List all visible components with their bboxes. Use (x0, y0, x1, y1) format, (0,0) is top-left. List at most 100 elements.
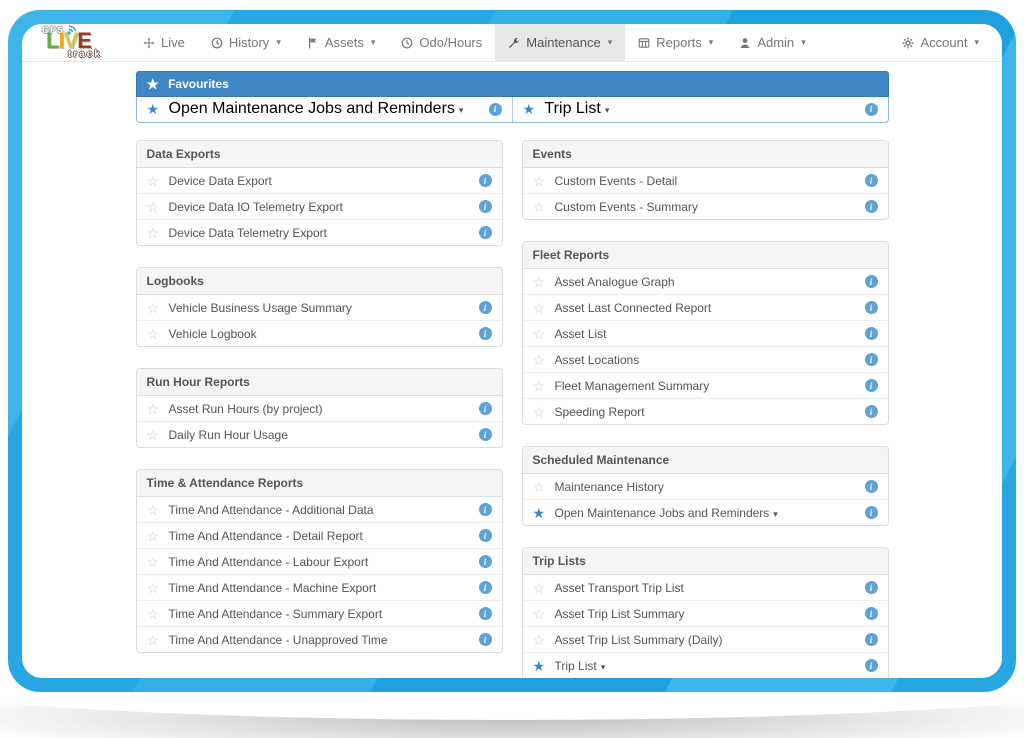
report-link[interactable]: Asset Analogue Graph (555, 275, 865, 289)
star-outline-icon[interactable]: ☆ (147, 428, 169, 442)
report-link[interactable]: Maintenance History (555, 480, 865, 494)
star-outline-icon[interactable]: ☆ (533, 174, 555, 188)
report-row[interactable]: ☆Asset Trip List Summaryi (523, 600, 888, 626)
star-filled-icon[interactable]: ★ (147, 102, 169, 116)
star-outline-icon[interactable]: ☆ (147, 581, 169, 595)
star-outline-icon[interactable]: ☆ (533, 275, 555, 289)
report-row[interactable]: ☆Daily Run Hour Usagei (137, 421, 502, 447)
info-icon[interactable]: i (479, 581, 492, 594)
report-row[interactable]: ☆Time And Attendance - Detail Reporti (137, 522, 502, 548)
report-link[interactable]: Asset Run Hours (by project) (169, 402, 479, 416)
info-icon[interactable]: i (479, 607, 492, 620)
star-outline-icon[interactable]: ☆ (533, 200, 555, 214)
nav-item-admin[interactable]: Admin ▾ (726, 24, 818, 61)
info-icon[interactable]: i (865, 633, 878, 646)
report-row[interactable]: ☆Custom Events - Detaili (523, 168, 888, 193)
star-outline-icon[interactable]: ☆ (147, 226, 169, 240)
report-row[interactable]: ☆Device Data Telemetry Exporti (137, 219, 502, 245)
report-link[interactable]: Device Data IO Telemetry Export (169, 200, 479, 214)
report-row[interactable]: ☆Time And Attendance - Unapproved Timei (137, 626, 502, 652)
star-filled-icon[interactable]: ★ (533, 506, 555, 520)
star-outline-icon[interactable]: ☆ (533, 480, 555, 494)
report-row[interactable]: ☆Asset Locationsi (523, 346, 888, 372)
star-outline-icon[interactable]: ☆ (533, 301, 555, 315)
report-row[interactable]: ☆Fleet Management Summaryi (523, 372, 888, 398)
report-link[interactable]: Asset Locations (555, 353, 865, 367)
info-icon[interactable]: i (479, 503, 492, 516)
star-outline-icon[interactable]: ☆ (533, 379, 555, 393)
report-link[interactable]: Device Data Export (169, 174, 479, 188)
report-link[interactable]: Time And Attendance - Labour Export (169, 555, 479, 569)
info-icon[interactable]: i (479, 555, 492, 568)
report-link[interactable]: Daily Run Hour Usage (169, 428, 479, 442)
info-icon[interactable]: i (865, 275, 878, 288)
report-link[interactable]: Vehicle Logbook (169, 327, 479, 341)
report-row[interactable]: ☆Asset Trip List Summary (Daily)i (523, 626, 888, 652)
info-icon[interactable]: i (865, 301, 878, 314)
report-row[interactable]: ☆Asset Last Connected Reporti (523, 294, 888, 320)
report-link[interactable]: Vehicle Business Usage Summary (169, 301, 479, 315)
report-row[interactable]: ☆Asset Transport Trip Listi (523, 575, 888, 600)
report-link[interactable]: Custom Events - Detail (555, 174, 865, 188)
report-row[interactable]: ☆Device Data IO Telemetry Exporti (137, 193, 502, 219)
info-icon[interactable]: i (865, 659, 878, 672)
report-row[interactable]: ☆Device Data Exporti (137, 168, 502, 193)
info-icon[interactable]: i (479, 174, 492, 187)
star-outline-icon[interactable]: ☆ (147, 633, 169, 647)
report-row[interactable]: ★Open Maintenance Jobs and Reminders▾i (523, 499, 888, 525)
nav-item-maintenance[interactable]: Maintenance ▾ (495, 24, 625, 61)
report-link[interactable]: Speeding Report (555, 405, 865, 419)
star-outline-icon[interactable]: ☆ (533, 327, 555, 341)
report-row[interactable]: ☆Asset Listi (523, 320, 888, 346)
star-outline-icon[interactable]: ☆ (147, 200, 169, 214)
star-outline-icon[interactable]: ☆ (533, 607, 555, 621)
star-filled-icon[interactable]: ★ (533, 659, 555, 673)
info-icon[interactable]: i (865, 353, 878, 366)
star-outline-icon[interactable]: ☆ (147, 402, 169, 416)
report-row[interactable]: ☆Vehicle Business Usage Summaryi (137, 295, 502, 320)
favourite-item[interactable]: ★ Trip List▾ i (512, 96, 888, 122)
report-row[interactable]: ☆Time And Attendance - Machine Exporti (137, 574, 502, 600)
star-outline-icon[interactable]: ☆ (533, 353, 555, 367)
info-icon[interactable]: i (479, 200, 492, 213)
star-outline-icon[interactable]: ☆ (147, 174, 169, 188)
report-link[interactable]: Trip List▾ (555, 659, 865, 673)
report-row[interactable]: ★Trip List▾i (523, 652, 888, 678)
nav-item-history[interactable]: History ▾ (198, 24, 294, 61)
star-outline-icon[interactable]: ☆ (533, 405, 555, 419)
star-outline-icon[interactable]: ☆ (147, 555, 169, 569)
info-icon[interactable]: i (479, 226, 492, 239)
report-link[interactable]: Time And Attendance - Machine Export (169, 581, 479, 595)
star-outline-icon[interactable]: ☆ (147, 607, 169, 621)
info-icon[interactable]: i (865, 506, 878, 519)
report-link[interactable]: Asset Trip List Summary (Daily) (555, 633, 865, 647)
report-row[interactable]: ☆Vehicle Logbooki (137, 320, 502, 346)
report-link[interactable]: Trip List▾ (545, 100, 865, 118)
info-icon[interactable]: i (479, 402, 492, 415)
star-filled-icon[interactable]: ★ (523, 102, 545, 116)
info-icon[interactable]: i (865, 607, 878, 620)
report-row[interactable]: ☆Speeding Reporti (523, 398, 888, 424)
info-icon[interactable]: i (865, 103, 878, 116)
report-link[interactable]: Asset Last Connected Report (555, 301, 865, 315)
info-icon[interactable]: i (489, 103, 502, 116)
nav-item-account[interactable]: Account ▾ (889, 24, 992, 61)
star-outline-icon[interactable]: ☆ (147, 529, 169, 543)
report-link[interactable]: Time And Attendance - Detail Report (169, 529, 479, 543)
info-icon[interactable]: i (865, 581, 878, 594)
gpslive-track-logo[interactable]: GPS LIVE track (34, 24, 130, 61)
report-row[interactable]: ☆Asset Run Hours (by project)i (137, 396, 502, 421)
info-icon[interactable]: i (865, 405, 878, 418)
report-row[interactable]: ☆Time And Attendance - Additional Datai (137, 497, 502, 522)
report-link[interactable]: Time And Attendance - Summary Export (169, 607, 479, 621)
info-icon[interactable]: i (479, 327, 492, 340)
nav-item-reports[interactable]: Reports ▾ (625, 24, 726, 61)
star-outline-icon[interactable]: ☆ (147, 503, 169, 517)
report-link[interactable]: Time And Attendance - Unapproved Time (169, 633, 479, 647)
star-outline-icon[interactable]: ☆ (147, 301, 169, 315)
nav-item-odo-hours[interactable]: Odo/Hours (388, 24, 495, 61)
report-link[interactable]: Asset Transport Trip List (555, 581, 865, 595)
report-link[interactable]: Fleet Management Summary (555, 379, 865, 393)
star-outline-icon[interactable]: ☆ (533, 581, 555, 595)
info-icon[interactable]: i (479, 633, 492, 646)
